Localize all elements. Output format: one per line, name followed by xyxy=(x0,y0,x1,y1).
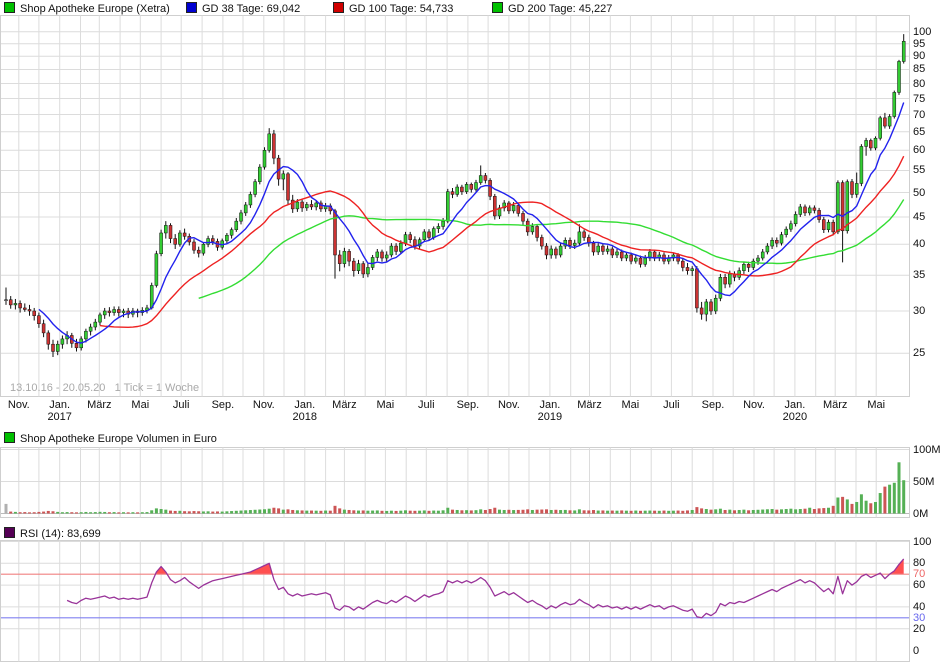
x-axis-month-label: März xyxy=(577,399,602,411)
x-axis-month-label: Mai xyxy=(867,399,886,411)
x-axis-year-label: 2018 xyxy=(292,411,318,423)
volume-axis-tick: 50M xyxy=(913,475,935,488)
x-axis-month-label: Jan. xyxy=(49,399,71,411)
volume-axis-tick: 0M xyxy=(913,507,929,520)
date-range-note: 13.10.16 - 20.05.20 1 Tick = 1 Woche xyxy=(10,382,199,394)
rsi-swatch-icon xyxy=(4,527,15,538)
rsi-legend: RSI (14): 83,699 xyxy=(0,527,940,540)
x-axis-month-label: März xyxy=(87,399,112,411)
price-axis-tick: 55 xyxy=(913,164,926,177)
x-axis-year-label: 2017 xyxy=(47,411,72,423)
x-axis-month-label: Mai xyxy=(376,399,395,411)
x-axis-year-label: 2019 xyxy=(537,411,563,423)
rsi-axis-tick: 20 xyxy=(913,622,926,635)
price-axis-tick: 100 xyxy=(913,25,932,38)
price-axis-tick: 60 xyxy=(913,144,926,157)
stock-chart-page: Shop Apotheke Europe (Xetra) GD 38 Tage:… xyxy=(0,0,940,670)
x-axis-month-label: Nov. xyxy=(497,399,520,411)
x-axis-month-label: Juli xyxy=(663,399,680,411)
volume-legend: Shop Apotheke Europe Volumen in Euro xyxy=(0,432,940,445)
price-axis-tick: 80 xyxy=(913,77,926,90)
volume-label: Shop Apotheke Europe Volumen in Euro xyxy=(20,433,217,445)
x-axis-month-label: Juli xyxy=(418,399,435,411)
x-axis-month-label: Jan. xyxy=(784,399,806,411)
x-axis-month-label: Nov. xyxy=(252,399,275,411)
price-axis-tick: 40 xyxy=(913,238,926,251)
price-axis-tick: 85 xyxy=(913,63,926,76)
price-axis-tick: 50 xyxy=(913,186,926,199)
price-axis-tick: 45 xyxy=(913,210,926,223)
price-axis-tick: 90 xyxy=(913,50,926,63)
price-axis-tick: 30 xyxy=(913,305,926,318)
x-axis-month-label: Mai xyxy=(131,399,150,411)
x-axis-month-label: März xyxy=(822,399,848,411)
x-axis-month-label: Jan. xyxy=(539,399,561,411)
rsi-axis-tick: 0 xyxy=(913,644,920,657)
x-axis-month-label: Nov. xyxy=(743,399,765,411)
x-axis-month-label: Sep. xyxy=(456,399,480,411)
price-axis-tick: 75 xyxy=(913,92,926,105)
volume-swatch-icon xyxy=(4,432,15,443)
x-axis-month-label: März xyxy=(332,399,357,411)
price-volume-rsi-chart xyxy=(0,15,910,662)
legend-item-volume: Shop Apotheke Europe Volumen in Euro xyxy=(4,432,217,445)
price-axis-tick: 65 xyxy=(913,125,926,138)
price-axis-tick: 95 xyxy=(913,37,926,50)
x-axis-month-label: Sep. xyxy=(211,399,235,411)
x-axis-month-label: Nov. xyxy=(7,399,30,411)
date-range: 13.10.16 - 20.05.20 xyxy=(10,382,106,394)
x-axis-month-label: Juli xyxy=(172,399,190,411)
price-axis-tick: 70 xyxy=(913,108,926,121)
rsi-label: RSI (14): 83,699 xyxy=(20,528,101,540)
volume-axis-tick: 100M xyxy=(913,443,940,456)
tick-note: 1 Tick = 1 Woche xyxy=(114,382,200,394)
price-axis-tick: 35 xyxy=(913,269,926,282)
x-axis-month-label: Sep. xyxy=(701,399,725,411)
x-axis-month-label: Jan. xyxy=(294,399,316,411)
x-axis-month-label: Mai xyxy=(621,399,640,411)
rsi-axis-tick: 60 xyxy=(913,579,926,592)
legend-item-rsi: RSI (14): 83,699 xyxy=(4,527,101,540)
x-axis-year-label: 2020 xyxy=(782,411,808,423)
price-axis-tick: 25 xyxy=(913,347,926,360)
